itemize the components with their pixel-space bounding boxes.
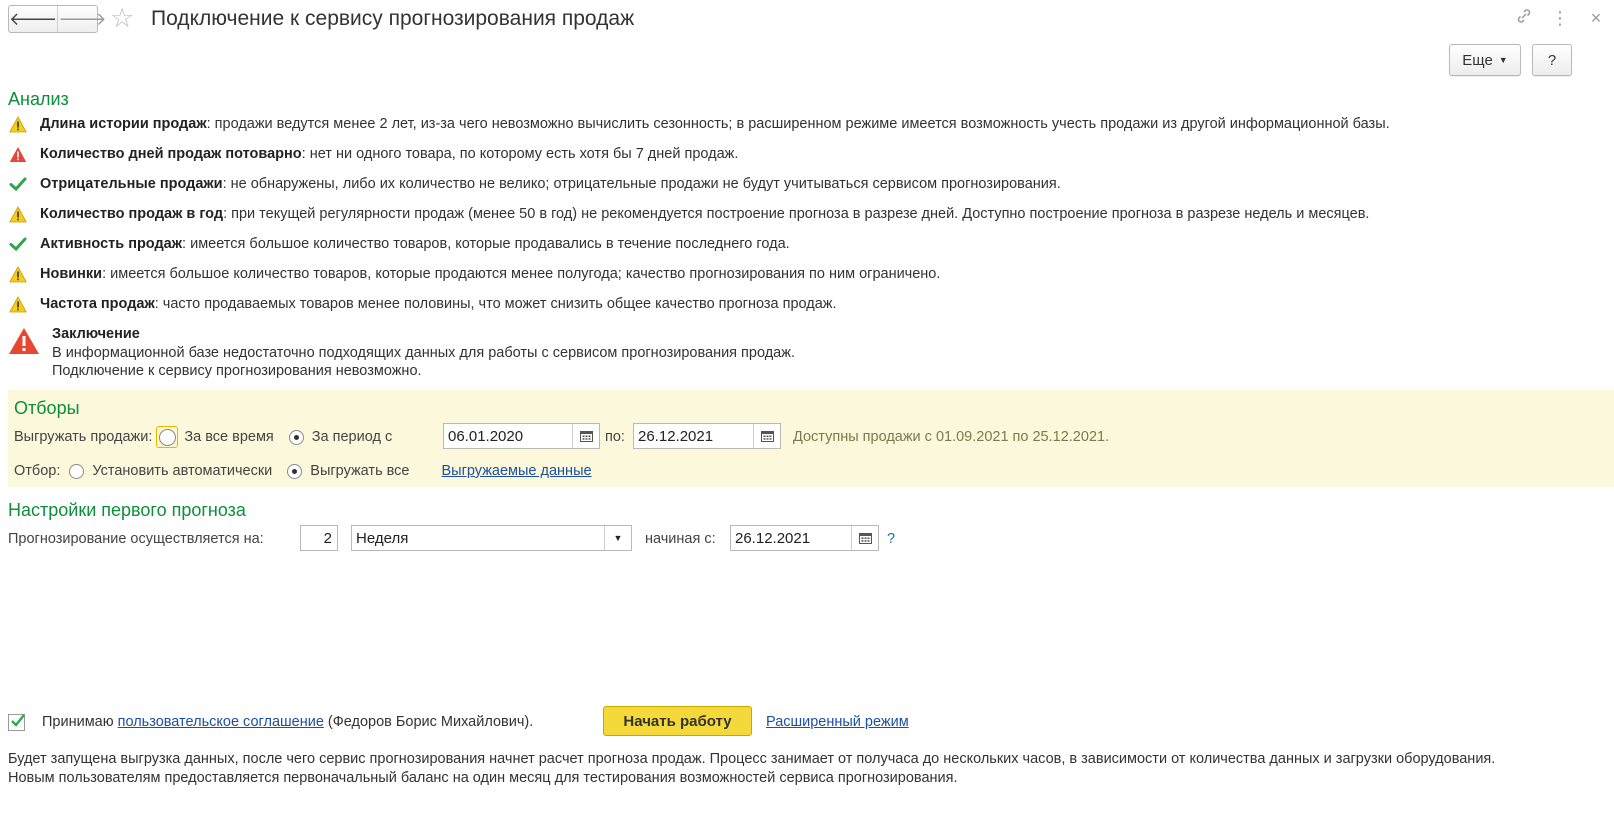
analysis-item-text: : при текущей регулярности продаж (менее… xyxy=(223,206,1370,222)
info-text: Будет запущена выгрузка данных, после че… xyxy=(8,750,1608,788)
calendar-icon[interactable] xyxy=(572,424,599,448)
title-bar: 🡐 🡒 ☆ Подключение к сервису прогнозирова… xyxy=(0,0,1614,40)
forecast-period-select[interactable]: Неделя ▼ xyxy=(351,525,632,551)
date-from-value[interactable]: 06.01.2020 xyxy=(444,428,572,445)
calendar-icon[interactable] xyxy=(851,526,878,550)
nav-buttons: 🡐 🡒 xyxy=(8,5,107,33)
selection-row: Отбор: Установить автоматически Выгружат… xyxy=(14,460,592,482)
more-vertical-icon[interactable]: ⋮ xyxy=(1542,8,1578,29)
info-line-2: Новым пользователям предоставляется перв… xyxy=(8,770,958,786)
analysis-item-text: : нет ни одного товара, по которому есть… xyxy=(301,146,739,162)
analysis-item-text: : не обнаружены, либо их количество не в… xyxy=(222,176,1061,192)
user-name: (Федоров Борис Михайлович). xyxy=(327,714,534,730)
analysis-item-label: Длина истории продаж xyxy=(40,116,207,132)
analysis-item-label: Активность продаж xyxy=(40,236,183,252)
starting-label: начиная с: xyxy=(645,531,716,547)
export-all-label[interactable]: Выгружать все xyxy=(310,463,409,479)
accept-label: Принимаю xyxy=(42,714,114,730)
agreement-row: Принимаю пользовательское соглашение (Фе… xyxy=(8,710,533,734)
agreement-checkbox[interactable] xyxy=(8,713,25,731)
start-work-button[interactable]: Начать работу xyxy=(603,706,752,736)
analysis-item: Длина истории продаж: продажи ведутся ме… xyxy=(8,113,1390,135)
available-sales-hint: Доступны продажи с 01.09.2021 по 25.12.2… xyxy=(793,429,1110,445)
forecast-period-value[interactable]: Неделя xyxy=(352,530,604,547)
chevron-down-icon[interactable]: ▼ xyxy=(604,526,631,550)
all-time-label[interactable]: За все время xyxy=(184,429,273,445)
warning-icon xyxy=(8,264,28,284)
date-from-field[interactable]: 06.01.2020 xyxy=(443,423,600,449)
date-to-field[interactable]: 26.12.2021 xyxy=(633,423,781,449)
back-button[interactable]: 🡐 xyxy=(9,6,57,32)
auto-label[interactable]: Установить автоматически xyxy=(92,463,272,479)
analysis-item: Количество дней продаж потоварно: нет ни… xyxy=(8,143,738,165)
window-actions: ⋮ × xyxy=(1506,6,1614,30)
date-to-value[interactable]: 26.12.2021 xyxy=(634,428,753,445)
analysis-item-text: : имеется большое количество товаров, ко… xyxy=(102,266,941,282)
filters-title: Отборы xyxy=(14,398,80,418)
forecast-count-field[interactable]: 2 xyxy=(300,525,338,551)
arrow-left-icon: 🡐 xyxy=(9,8,58,29)
more-button[interactable]: Еще ▼ xyxy=(1449,44,1521,76)
analysis-item-text: : продажи ведутся менее 2 лет, из-за чег… xyxy=(206,116,1390,132)
warning-icon xyxy=(8,114,28,134)
conclusion-line-2: Подключение к сервису прогнозирования не… xyxy=(52,363,422,379)
favorite-star-icon[interactable]: ☆ xyxy=(110,4,134,32)
more-button-label: Еще xyxy=(1462,51,1493,69)
conclusion: Заключение В информационной базе недоста… xyxy=(8,325,1008,383)
analysis-item: Частота продаж: часто продаваемых товаро… xyxy=(8,293,837,315)
forward-button[interactable]: 🡒 xyxy=(57,6,107,32)
analysis-item-text: : имеется большое количество товаров, ко… xyxy=(182,236,790,252)
conclusion-line-1: В информационной базе недостаточно подхо… xyxy=(52,344,795,361)
advanced-mode-link[interactable]: Расширенный режим xyxy=(766,714,909,730)
analysis-item-label: Количество продаж в год xyxy=(40,206,224,222)
close-icon[interactable]: × xyxy=(1578,8,1614,29)
period-label[interactable]: За период с xyxy=(312,429,392,445)
warning-icon xyxy=(8,204,28,224)
radio-auto[interactable] xyxy=(69,463,85,479)
analysis-item: Новинки: имеется большое количество това… xyxy=(8,263,940,285)
forecast-title: Настройки первого прогноза xyxy=(8,500,246,520)
info-line-1: Будет запущена выгрузка данных, после че… xyxy=(8,751,1496,767)
start-date-field[interactable]: 26.12.2021 xyxy=(730,525,879,551)
analysis-item-label: Новинки xyxy=(40,266,103,282)
calendar-icon[interactable] xyxy=(753,424,780,448)
analysis-item-label: Отрицательные продажи xyxy=(40,176,223,192)
export-label: Выгружать продажи: xyxy=(14,429,153,445)
analysis-item-text: : часто продаваемых товаров менее полови… xyxy=(154,296,837,312)
exported-data-link[interactable]: Выгружаемые данные xyxy=(442,463,592,479)
agreement-link[interactable]: пользовательское соглашение xyxy=(118,714,324,730)
forecast-help-link[interactable]: ? xyxy=(887,526,895,552)
error-icon xyxy=(8,144,28,164)
analysis-item-label: Частота продаж xyxy=(40,296,155,312)
help-button[interactable]: ? xyxy=(1532,44,1572,76)
advanced-mode-link-wrap: Расширенный режим xyxy=(766,710,909,734)
analysis-item-label: Количество дней продаж потоварно xyxy=(40,146,302,162)
analysis-item: Количество продаж в год: при текущей рег… xyxy=(8,203,1369,225)
selection-label: Отбор: xyxy=(14,463,61,479)
analysis-item: Активность продаж: имеется большое колич… xyxy=(8,233,790,255)
conclusion-title: Заключение xyxy=(52,326,140,342)
filters-panel: Отборы Выгружать продажи: За все время З… xyxy=(8,390,1614,487)
to-label: по: xyxy=(605,429,625,445)
forecast-label: Прогнозирование осуществляется на: xyxy=(8,531,264,547)
dropdown-arrow-icon: ▼ xyxy=(1498,55,1508,65)
analysis-item: Отрицательные продажи: не обнаружены, ли… xyxy=(8,173,1061,195)
radio-export-all[interactable] xyxy=(287,463,303,479)
start-date-value[interactable]: 26.12.2021 xyxy=(731,530,851,547)
page-title: Подключение к сервису прогнозирования пр… xyxy=(151,7,635,30)
radio-all-time[interactable] xyxy=(156,426,179,448)
link-icon[interactable] xyxy=(1506,7,1542,30)
check-icon xyxy=(8,234,28,254)
analysis-title: Анализ xyxy=(8,89,69,109)
radio-period[interactable] xyxy=(288,429,304,445)
check-icon xyxy=(8,174,28,194)
warning-icon xyxy=(8,294,28,314)
conclusion-text: Заключение В информационной базе недоста… xyxy=(52,325,795,381)
arrow-right-icon: 🡒 xyxy=(58,8,107,29)
forecast-count-value[interactable]: 2 xyxy=(324,530,337,547)
error-triangle-icon xyxy=(9,328,39,354)
export-period-row: Выгружать продажи: За все время За перио… xyxy=(14,424,392,450)
checkmark-icon xyxy=(11,713,25,727)
